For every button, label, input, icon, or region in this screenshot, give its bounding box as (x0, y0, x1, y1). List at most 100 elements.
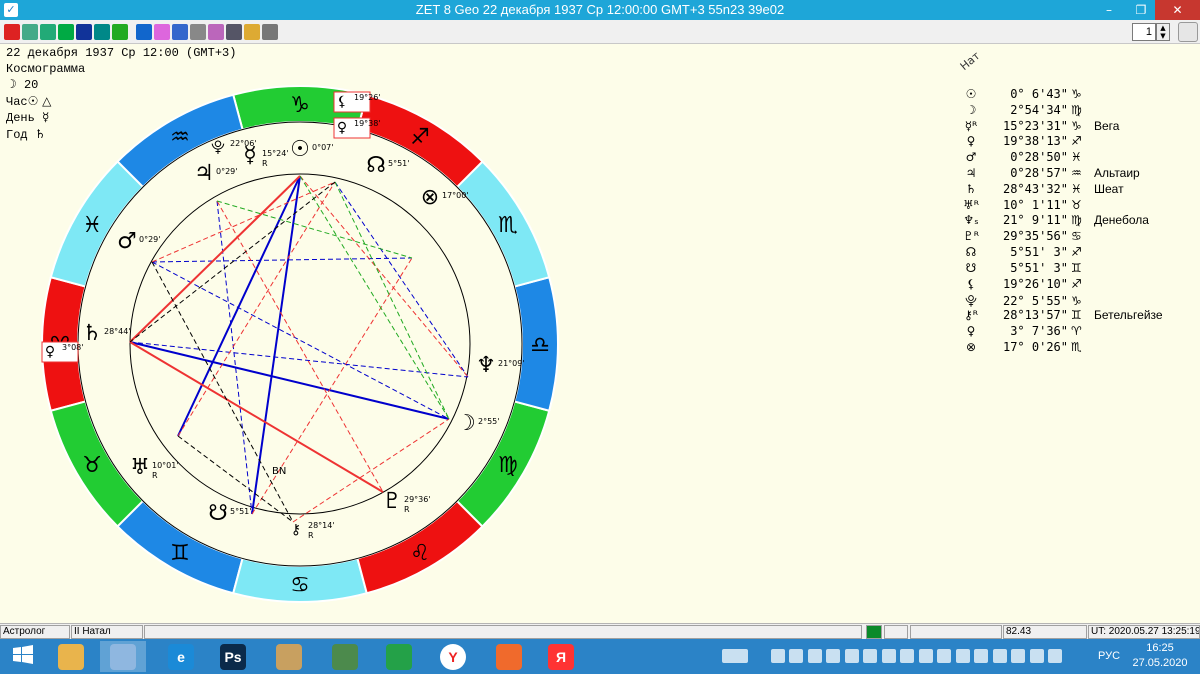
zodiac-sign-glyph: ♒ (170, 125, 190, 150)
camera-icon[interactable] (208, 24, 224, 40)
planet-degree: 2°54'34" (1010, 102, 1068, 117)
maximize-button[interactable]: ❐ (1127, 0, 1155, 20)
chart-planet[interactable]: ♀ 3°08' (41, 341, 83, 363)
sign-glyph: ♋ (1071, 229, 1082, 244)
position-row: ⚷ᴿ 28°13'57" ♊ Бетельгейзе (960, 308, 1163, 324)
cascade-icon[interactable] (262, 24, 278, 40)
sign-glyph: ♍ (1071, 213, 1082, 228)
store-icon (386, 644, 412, 670)
position-row: ♃ 0°28'57" ♒ Альтаир (960, 166, 1163, 182)
planet-glyph: ♃ (965, 165, 977, 180)
position-row: ☿ᴿ 15°23'31" ♑ Вега (960, 119, 1163, 135)
map-icon[interactable] (112, 24, 128, 40)
position-row: ♄ 28°43'32" ♓ Шеат (960, 182, 1163, 198)
language-indicator[interactable]: РУС (1098, 650, 1120, 662)
zodiac-sign-glyph: ♐ (410, 125, 430, 150)
planets-icon[interactable] (136, 24, 152, 40)
warning-icon[interactable] (937, 649, 951, 663)
start-button[interactable] (0, 641, 46, 672)
yandex-app[interactable]: Я (538, 641, 584, 672)
battery-icon[interactable] (1011, 649, 1025, 663)
sign-glyph: ♏ (1071, 339, 1082, 354)
yandex-icon: Я (548, 644, 574, 670)
explorer-app[interactable] (48, 641, 94, 672)
scanner-app[interactable] (266, 641, 312, 672)
security-icon[interactable] (844, 649, 859, 663)
planet-degree-label: 5°51' (388, 159, 409, 168)
planet-glyph: ♀ (337, 120, 347, 136)
store-app[interactable] (376, 641, 422, 672)
planet-glyph: ☉ (290, 137, 310, 162)
retrograde-mark: R (404, 505, 410, 514)
planet-degree-label: 19°26' (354, 93, 381, 102)
ie-app[interactable]: e (158, 641, 204, 672)
cloud-icon[interactable] (789, 649, 803, 663)
sign-glyph: ♓ (1071, 150, 1082, 165)
planet-glyph: ☽ (965, 102, 977, 117)
sign-glyph: ♒ (1071, 165, 1082, 180)
settings-icon[interactable] (226, 24, 242, 40)
fixed-star: Шеат (1094, 181, 1124, 196)
zet-app[interactable] (100, 641, 146, 672)
pointer-icon[interactable] (154, 24, 170, 40)
mail-icon[interactable] (826, 649, 840, 663)
media-app[interactable] (486, 641, 532, 672)
status-chart: II Натал (71, 625, 143, 639)
panel-toggle-button[interactable] (1178, 22, 1198, 42)
planet-positions-table: ☉ 0° 6'43" ♑ ☽ 2°54'34" ♍ ☿ᴿ 15°23'31" ♑ Вега ♀ 19°… (960, 87, 1163, 356)
lightbulb-icon[interactable] (244, 24, 260, 40)
planet-glyph: ⚷ᴿ (963, 308, 979, 323)
volume-icon[interactable] (1048, 649, 1062, 663)
disk-icon[interactable] (881, 649, 896, 663)
yandex-browser-icon: Y (440, 644, 466, 670)
zodiac-sign-glyph: ♉ (82, 453, 102, 478)
status-empty-3 (910, 625, 1002, 639)
zoom-stepper[interactable]: ▲ ▼ (1156, 23, 1170, 41)
photoshop-app[interactable]: Ps (210, 641, 256, 672)
solitaire-app[interactable] (322, 641, 368, 672)
position-row: ☉ 0° 6'43" ♑ (960, 87, 1163, 103)
storage-icon[interactable] (955, 649, 970, 663)
planet-degree-label: 0°07' (312, 143, 333, 152)
red-gear-icon[interactable] (4, 24, 20, 40)
close-button[interactable]: ✕ (1155, 0, 1200, 20)
clock[interactable]: 16:25 27.05.2020 (1125, 641, 1195, 671)
minimize-button[interactable]: – (1095, 0, 1123, 20)
status-indicator (866, 625, 882, 639)
document-icon[interactable] (172, 24, 188, 40)
media-icon (496, 644, 522, 670)
starmap-icon[interactable] (76, 24, 92, 40)
planet-glyph: ♀ (45, 344, 55, 360)
zodiac-sign-glyph: ♑ (290, 93, 310, 118)
planet-degree: 28°13'57" (1002, 308, 1068, 323)
keyboard-icon[interactable] (722, 649, 748, 663)
zoom-input[interactable]: 1 (1132, 23, 1156, 41)
network-icon[interactable] (770, 649, 785, 663)
natal-chart-wheel[interactable]: ♈♉♊♋♌♍♎♏♐♑♒♓ BN ☉0°07'☿15°24'R⯓22°06'♃0°… (0, 44, 940, 623)
table-icon[interactable] (22, 24, 38, 40)
calendar-icon[interactable] (58, 24, 74, 40)
skype-icon[interactable] (863, 649, 877, 663)
planet-degree: 17° 0'26" (1002, 339, 1068, 354)
sign-glyph: ♓ (1071, 181, 1082, 196)
scanner-icon (276, 644, 302, 670)
planet-glyph: ☽ (456, 411, 476, 436)
yandex-browser-app[interactable]: Y (430, 641, 476, 672)
position-row: ♇ᴿ 29°35'56" ♋ (960, 229, 1163, 245)
chart-grid-icon[interactable] (94, 24, 110, 40)
position-row: ♆ₛ 21° 9'11" ♍ Денебола (960, 213, 1163, 229)
planet-degree-label: 19°38' (354, 119, 381, 128)
bluetooth-icon[interactable] (900, 649, 914, 663)
sign-glyph: ♈ (1071, 323, 1082, 338)
printer-icon[interactable] (918, 649, 933, 663)
monitor-icon[interactable] (974, 649, 988, 663)
planet-glyph: ♄ (965, 181, 977, 196)
zodiac-sign-glyph: ♌ (410, 541, 430, 566)
aspects-icon[interactable] (190, 24, 206, 40)
pen-icon[interactable] (807, 649, 822, 663)
globe-icon[interactable] (40, 24, 56, 40)
planet-glyph: ☿ᴿ (964, 118, 978, 133)
planet-degree-label: 28°44' (104, 327, 131, 336)
signal-icon[interactable] (1029, 649, 1044, 663)
sync-icon[interactable] (992, 649, 1007, 663)
